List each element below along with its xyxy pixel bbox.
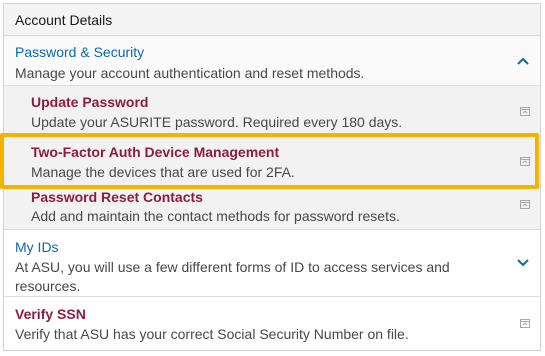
item-desc-two-factor: Manage the devices that are used for 2FA… bbox=[31, 164, 295, 180]
section-desc-my-ids: At ASU, you will use a few different for… bbox=[15, 259, 450, 294]
item-title-update-password[interactable]: Update Password bbox=[31, 93, 500, 111]
open-in-panel-icon[interactable] bbox=[520, 319, 530, 328]
section-desc-verify-ssn: Verify that ASU has your correct Social … bbox=[15, 326, 409, 342]
section-title-verify-ssn[interactable]: Verify SSN bbox=[15, 305, 500, 323]
list-item-update-password[interactable]: Update Password Update your ASURITE pass… bbox=[4, 86, 540, 136]
section-password-security[interactable]: Password & Security Manage your account … bbox=[4, 36, 540, 86]
section-title-password-security[interactable]: Password & Security bbox=[15, 43, 500, 61]
item-title-two-factor[interactable]: Two-Factor Auth Device Management bbox=[31, 143, 500, 161]
section-title-my-ids[interactable]: My IDs bbox=[15, 238, 470, 256]
account-details-panel: Account Details Password & Security Mana… bbox=[3, 3, 541, 351]
item-title-reset-contacts[interactable]: Password Reset Contacts bbox=[31, 188, 500, 206]
chevron-down-icon[interactable] bbox=[516, 257, 530, 267]
open-in-panel-icon[interactable] bbox=[520, 107, 530, 116]
list-item-reset-contacts[interactable]: Password Reset Contacts Add and maintain… bbox=[4, 186, 540, 230]
list-item-two-factor[interactable]: Two-Factor Auth Device Management Manage… bbox=[4, 136, 540, 186]
chevron-up-icon[interactable] bbox=[516, 56, 530, 66]
item-desc-update-password: Update your ASURITE password. Required e… bbox=[31, 114, 403, 130]
section-desc-password-security: Manage your account authentication and r… bbox=[15, 65, 365, 81]
open-in-panel-icon[interactable] bbox=[520, 157, 530, 166]
panel-header: Account Details bbox=[4, 4, 540, 36]
panel-title: Account Details bbox=[15, 11, 113, 28]
section-verify-ssn[interactable]: Verify SSN Verify that ASU has your corr… bbox=[4, 297, 540, 347]
section-my-ids[interactable]: My IDs At ASU, you will use a few differ… bbox=[4, 230, 540, 297]
open-in-panel-icon[interactable] bbox=[520, 200, 530, 209]
item-desc-reset-contacts: Add and maintain the contact methods for… bbox=[31, 208, 400, 224]
